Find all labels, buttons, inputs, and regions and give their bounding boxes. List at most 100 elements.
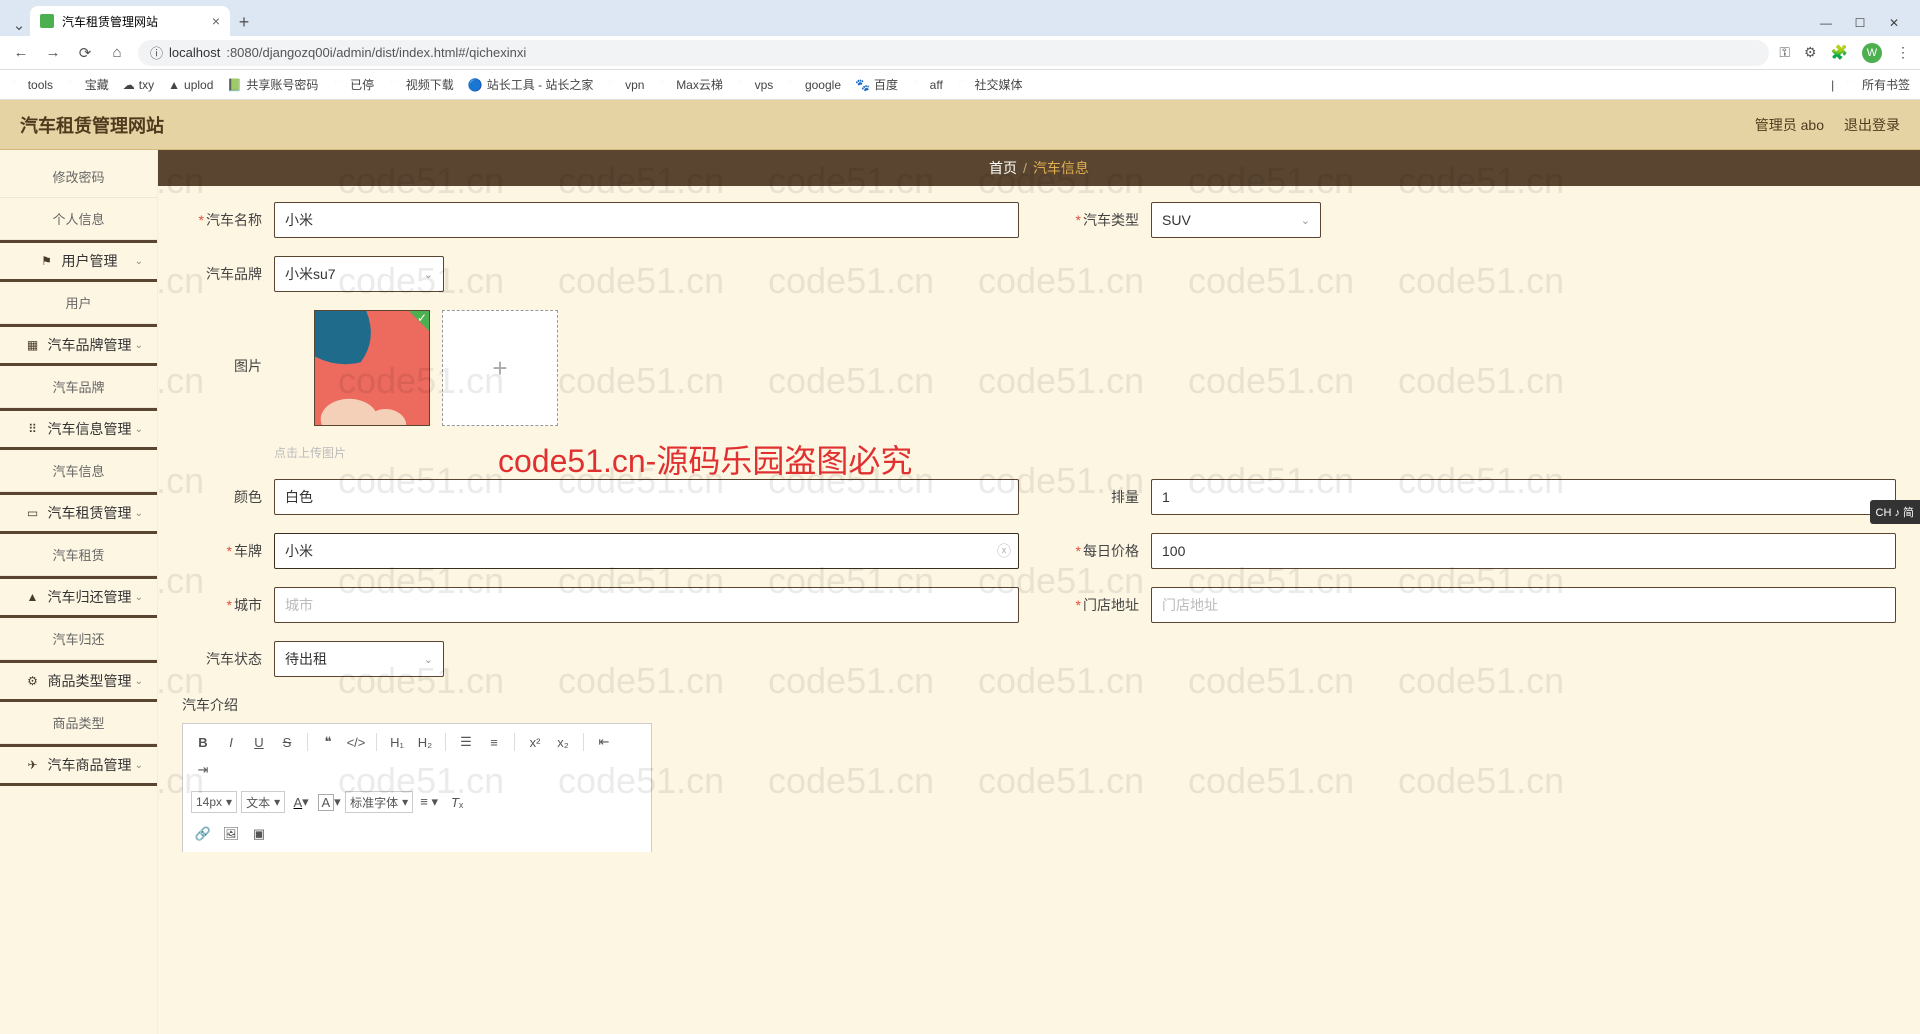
bookmark-item[interactable]: 已停 (332, 76, 374, 93)
extensions-icon[interactable]: 🧩 (1831, 44, 1848, 61)
sidebar-group-user-mgmt[interactable]: ⚑用户管理⌄ (0, 240, 157, 282)
car-type-select[interactable]: SUV ⌄ (1151, 202, 1321, 238)
all-bookmarks-button[interactable]: 所有书签 (1844, 76, 1910, 93)
color-input[interactable] (274, 479, 1019, 515)
bookmark-item[interactable]: 🔵 站长工具 - 站长之家 (468, 76, 594, 93)
sidebar-item-carinfo[interactable]: 汽车信息 (0, 450, 157, 492)
ime-indicator[interactable]: CH ♪ 简 (1870, 500, 1920, 524)
status-value: 待出租 (285, 649, 327, 669)
car-type-value: SUV (1162, 212, 1191, 228)
browser-menu-icon[interactable]: ⋮ (1896, 44, 1910, 61)
nav-reload-button[interactable]: ⟳ (74, 42, 96, 64)
nav-home-button[interactable]: ⌂ (106, 42, 128, 64)
bookmark-item[interactable]: ☁ txy (123, 78, 154, 92)
link-button[interactable]: 🔗 (191, 822, 215, 846)
bold-button[interactable]: B (191, 730, 215, 754)
sidebar-group-product-mgmt[interactable]: ✈汽车商品管理⌄ (0, 744, 157, 786)
nav-back-button[interactable]: ← (10, 42, 32, 64)
browser-tab[interactable]: 汽车租赁管理网站 × (30, 6, 230, 36)
quote-button[interactable]: ❝ (316, 730, 340, 754)
window-close-button[interactable]: ✕ (1886, 16, 1902, 30)
sidebar-item-brand[interactable]: 汽车品牌 (0, 366, 157, 408)
sidebar-group-return-mgmt[interactable]: ▲汽车归还管理⌄ (0, 576, 157, 618)
subscript-button[interactable]: x₂ (551, 730, 575, 754)
video-button[interactable]: ▣ (247, 822, 271, 846)
password-icon[interactable]: ⚿ (1779, 44, 1790, 61)
current-user[interactable]: 管理员 abo (1755, 115, 1824, 135)
code-button[interactable]: </> (344, 730, 368, 754)
bookmark-item[interactable]: Max云梯 (658, 76, 722, 93)
sidebar-item-product-type[interactable]: 商品类型 (0, 702, 157, 744)
sidebar-group-rental-mgmt[interactable]: ▭汽车租赁管理⌄ (0, 492, 157, 534)
unordered-list-button[interactable]: ≡ (482, 730, 506, 754)
app-root: 汽车租赁管理网站 管理员 abo 退出登录 修改密码 个人信息 ⚑用户管理⌄ 用… (0, 100, 1920, 1034)
sidebar-group-carinfo-mgmt[interactable]: ⠿汽车信息管理⌄ (0, 408, 157, 450)
bookmark-item[interactable]: vps (737, 78, 773, 92)
nav-forward-button[interactable]: → (42, 42, 64, 64)
brand-select[interactable]: 小米su7 ⌄ (274, 256, 444, 292)
breadcrumb-home[interactable]: 首页 (989, 158, 1017, 178)
chevron-down-icon: ⌄ (135, 676, 143, 687)
settings-icon[interactable]: ⚙ (1804, 44, 1817, 61)
store-input[interactable] (1151, 587, 1896, 623)
ordered-list-button[interactable]: ☰ (454, 730, 478, 754)
sidebar-item-profile[interactable]: 个人信息 (0, 198, 157, 240)
image-button[interactable]: 🖼 (219, 822, 243, 846)
sidebar-item-change-password[interactable]: 修改密码 (0, 156, 157, 198)
window-controls: — ☐ ✕ (1808, 16, 1912, 36)
font-family-select[interactable]: 标准字体 ▾ (345, 791, 413, 813)
car-name-input[interactable] (274, 202, 1019, 238)
bookmark-item[interactable]: tools (10, 78, 53, 92)
profile-avatar-icon[interactable]: W (1862, 43, 1882, 63)
bookmark-item[interactable]: 📗 共享账号密码 (227, 76, 318, 93)
window-maximize-button[interactable]: ☐ (1852, 16, 1868, 30)
logout-button[interactable]: 退出登录 (1844, 115, 1900, 135)
sidebar-item-return[interactable]: 汽车归还 (0, 618, 157, 660)
strike-button[interactable]: S (275, 730, 299, 754)
city-input[interactable] (274, 587, 1019, 623)
bookmark-item[interactable]: ▲ uplod (168, 78, 213, 92)
bookmark-item[interactable]: vpn (607, 78, 644, 92)
clear-input-icon[interactable]: ⓧ (997, 541, 1011, 561)
font-size-select[interactable]: 14px ▾ (191, 791, 237, 813)
sidebar-group-product-type-mgmt[interactable]: ⚙商品类型管理⌄ (0, 660, 157, 702)
bookmark-item[interactable]: 🐾 百度 (855, 76, 898, 93)
underline-button[interactable]: U (247, 730, 271, 754)
uploaded-image-thumb[interactable]: ✓ (314, 310, 430, 426)
status-select[interactable]: 待出租 ⌄ (274, 641, 444, 677)
bookmark-item[interactable]: aff (912, 78, 943, 92)
upload-image-button[interactable]: + (442, 310, 558, 426)
bookmark-item[interactable]: 社交媒体 (957, 76, 1023, 93)
font-color-button[interactable]: A ▾ (289, 790, 313, 814)
displacement-input[interactable] (1151, 479, 1896, 515)
clear-format-button[interactable]: Tₓ (445, 790, 469, 814)
chevron-down-icon: ▾ (402, 795, 408, 809)
outdent-button[interactable]: ⇤ (592, 730, 616, 754)
daily-price-input[interactable] (1151, 533, 1896, 569)
new-tab-button[interactable]: + (230, 8, 258, 36)
car-name-label: *汽车名称 (182, 210, 262, 230)
superscript-button[interactable]: x² (523, 730, 547, 754)
sidebar[interactable]: 修改密码 个人信息 ⚑用户管理⌄ 用户 ▦汽车品牌管理⌄ 汽车品牌 ⠿汽车信息管… (0, 150, 158, 1034)
bookmark-item[interactable]: 宝藏 (67, 76, 109, 93)
tab-close-icon[interactable]: × (212, 13, 220, 29)
text-style-select[interactable]: 文本 ▾ (241, 791, 285, 813)
plus-icon: + (492, 353, 507, 384)
italic-button[interactable]: I (219, 730, 243, 754)
sidebar-item-users[interactable]: 用户 (0, 282, 157, 324)
url-input[interactable]: ⓘ localhost:8080/djangozq00i/admin/dist/… (138, 40, 1769, 66)
window-minimize-button[interactable]: — (1818, 16, 1834, 30)
align-button[interactable]: ≡ ▾ (417, 790, 441, 814)
sidebar-item-rental[interactable]: 汽车租赁 (0, 534, 157, 576)
site-info-icon[interactable]: ⓘ (150, 43, 163, 62)
toolbar-separator (307, 733, 308, 751)
sidebar-group-brand-mgmt[interactable]: ▦汽车品牌管理⌄ (0, 324, 157, 366)
tab-dropdown-icon[interactable]: ⌄ (8, 14, 30, 36)
bookmark-item[interactable]: google (787, 78, 841, 92)
bookmark-item[interactable]: 视频下载 (388, 76, 454, 93)
h1-button[interactable]: H₁ (385, 730, 409, 754)
indent-button[interactable]: ⇥ (191, 758, 215, 782)
bg-color-button[interactable]: A ▾ (317, 790, 341, 814)
h2-button[interactable]: H₂ (413, 730, 437, 754)
plate-input[interactable] (274, 533, 1019, 569)
